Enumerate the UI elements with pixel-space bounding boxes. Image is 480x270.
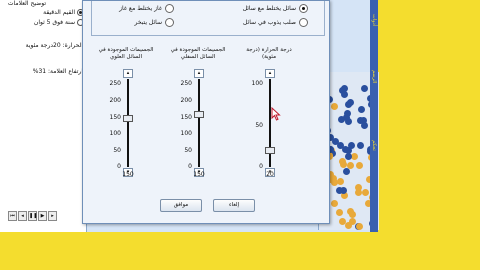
tick-label: 150 (180, 114, 192, 121)
legend-title: توضيح العلامات (7, 0, 46, 7)
lower-value: 150 (193, 171, 205, 178)
particle (331, 200, 339, 208)
radio-icon (165, 4, 174, 13)
tick-label: 100 (180, 130, 192, 137)
tick-label: 50 (184, 147, 192, 154)
particle (336, 209, 344, 217)
particle (337, 178, 345, 186)
temperature-value: 20 (266, 171, 274, 178)
option-liquid-liquid[interactable]: سائل يختلط مع سائل (243, 4, 308, 13)
playback-controls: ⏮ ◂ ❚❚ ▶ ▸ (8, 211, 57, 221)
particle (346, 99, 354, 107)
mix-type-group: سائل يختلط مع سائل غاز يختلط مع غاز صلب … (91, 1, 325, 36)
particle (331, 103, 339, 111)
particle (344, 153, 352, 161)
step-back-icon[interactable]: ◂ (18, 211, 27, 221)
exact-values-radio[interactable]: القيم الدقيقة (22, 7, 84, 17)
particle (331, 178, 339, 186)
particle (343, 168, 351, 176)
option-evaporate[interactable]: سائل يتبخر (135, 18, 174, 27)
upper-slider-track[interactable] (127, 79, 129, 167)
pause-icon[interactable]: ❚❚ (28, 211, 37, 221)
step-icon[interactable]: ▸ (48, 211, 57, 221)
temperature-slider-thumb[interactable] (265, 147, 275, 154)
option-label: سائل يختلط مع سائل (242, 5, 296, 12)
temperature-title: درجة الحرارة (درجة مئوية) (246, 47, 292, 60)
cursor-arrow-icon (271, 107, 281, 121)
tick-label: 0 (259, 163, 263, 170)
tick-label: 0 (188, 163, 192, 170)
rewind-icon[interactable]: ⏮ (8, 211, 17, 221)
option-label: سائل يتبخر (134, 19, 162, 26)
lower-slider-track[interactable] (198, 79, 200, 167)
upper-slider-thumb[interactable] (123, 115, 133, 122)
bottom-background (0, 232, 480, 270)
radio-icon (299, 18, 308, 27)
temperature-readout: الحرارة: 20درجة مئوية (25, 42, 83, 49)
tick-label: 50 (113, 147, 121, 154)
particle (360, 85, 368, 93)
option-label: صلب يذوب في سائل (243, 19, 296, 26)
option-label: غاز يختلط مع غاز (119, 5, 162, 12)
upper-particles-title: الجسيمات الموجودة في السائل العلوي (98, 47, 154, 60)
tick-label: 100 (251, 80, 263, 87)
particle (337, 116, 345, 124)
tick-label: 0 (117, 163, 121, 170)
tick-label: 100 (109, 130, 121, 137)
upper-value: 150 (122, 171, 134, 178)
chevron-up-icon[interactable]: ▴ (123, 69, 133, 78)
particle (339, 217, 347, 225)
option-solid-liquid[interactable]: صلب يذوب في سائل (243, 18, 308, 27)
settings-dialog: سائل يختلط مع سائل غاز يختلط مع غاز صلب … (82, 0, 330, 224)
tick-label: 150 (109, 114, 121, 121)
particle (362, 189, 370, 197)
chevron-up-icon[interactable]: ▴ (194, 69, 204, 78)
lower-particles-title: الجسيمات الموجودة في السائل السفلي (170, 47, 226, 60)
particle (347, 142, 355, 150)
play-icon[interactable]: ▶ (38, 211, 47, 221)
tick-label: 50 (255, 122, 263, 129)
right-toolbar (370, 0, 378, 232)
toolbar-label[interactable]: تحكم (371, 140, 377, 151)
rise-readout: ارتفاع العلامة: 31% (32, 68, 83, 75)
particle (355, 161, 363, 169)
chevron-up-icon[interactable]: ▴ (265, 69, 275, 78)
radio-selected-icon (299, 4, 308, 13)
toolbar-label[interactable]: أدوات (371, 14, 377, 26)
particle (349, 210, 357, 218)
tick-label: 200 (109, 97, 121, 104)
particle (358, 105, 366, 113)
cancel-button[interactable]: إلغاء (213, 199, 255, 212)
ok-button[interactable]: موافق (160, 199, 202, 212)
tick-label: 200 (180, 97, 192, 104)
particle (355, 222, 363, 230)
option-gas-gas[interactable]: غاز يختلط مع غاز (119, 4, 174, 13)
toolbar-label[interactable]: الرسم (371, 70, 377, 83)
radio-label: سنة فوق 5 ثوان (33, 18, 75, 26)
left-panel: توضيح العلامات القيم الدقيقة سنة فوق 5 ث… (0, 0, 87, 232)
particle (357, 141, 365, 149)
tick-label: 250 (109, 80, 121, 87)
particle (361, 121, 369, 129)
tick-label: 250 (180, 80, 192, 87)
radio-icon (165, 18, 174, 27)
five-seconds-radio[interactable]: سنة فوق 5 ثوان (22, 17, 84, 27)
particle (341, 91, 349, 99)
particle (351, 152, 359, 160)
radio-label: القيم الدقيقة (43, 8, 75, 16)
particle (338, 157, 346, 165)
lower-slider-thumb[interactable] (194, 111, 204, 118)
